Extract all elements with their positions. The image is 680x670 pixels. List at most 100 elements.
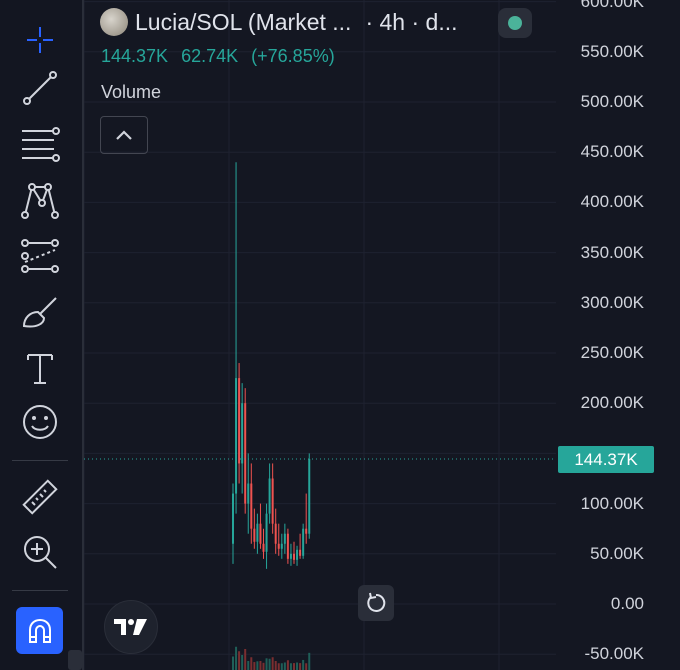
fib-retracement-icon[interactable] [14, 122, 66, 166]
reset-icon [367, 592, 386, 612]
market-status-indicator[interactable] [498, 8, 532, 38]
volume-bar [262, 662, 265, 670]
candle-body [299, 549, 302, 556]
interval-label: · 4h · d... [365, 8, 458, 35]
candle [289, 543, 292, 566]
volume-bar [241, 655, 244, 670]
candle-body [296, 549, 299, 560]
candle-body [256, 523, 259, 542]
volume-bar [232, 656, 234, 670]
candle-body [232, 493, 234, 544]
candle-body [286, 533, 289, 559]
price-tick-label: 400.00K [580, 192, 644, 212]
price-change-value: 62.74K [181, 46, 239, 66]
volume-bar [293, 663, 295, 670]
symbol-title: Lucia/SOL (Market ... [135, 8, 352, 35]
chevron-up-icon [116, 130, 132, 140]
brush-icon[interactable] [14, 290, 66, 334]
volume-bar [253, 662, 256, 670]
candle [299, 533, 302, 559]
tradingview-logo[interactable] [104, 600, 158, 654]
candle [241, 383, 244, 494]
volume-bar [289, 663, 292, 670]
candle-body [259, 523, 262, 544]
candle-body [293, 553, 295, 560]
price-tick-label: 500.00K [580, 92, 644, 111]
volume-bar [274, 661, 277, 670]
candle [283, 523, 286, 554]
candle [271, 463, 274, 534]
candle-body [308, 459, 311, 534]
token-avatar [100, 8, 128, 36]
candle-body [238, 378, 241, 464]
toolbar-divider [12, 460, 68, 461]
drawing-toolbar [0, 0, 84, 670]
price-tick-label: 300.00K [580, 292, 644, 312]
candle-body [241, 403, 244, 464]
current-price-value: 144.37K [101, 46, 169, 66]
candle [262, 528, 265, 559]
text-icon[interactable] [14, 346, 66, 390]
volume-label: Volume [101, 82, 162, 102]
toolbar-scroll-handle[interactable] [68, 650, 82, 670]
candle-body [274, 523, 277, 544]
price-tick-label: 350.00K [580, 242, 644, 262]
pattern-icon[interactable] [14, 178, 66, 222]
candle [235, 162, 238, 514]
price-tick-label: 100.00K [580, 493, 644, 513]
volume-bar [280, 663, 283, 670]
zoom-in-icon[interactable] [14, 530, 66, 574]
candle-body [262, 543, 265, 552]
tradingview-logo-icon [114, 619, 147, 635]
candle [274, 508, 277, 554]
candle-body [302, 528, 305, 556]
candle-body [253, 528, 256, 542]
candle-body [244, 403, 247, 504]
volume-bar [244, 649, 247, 670]
status-dot-icon [508, 16, 522, 30]
volume-bar [250, 657, 253, 670]
crosshair-icon[interactable] [14, 18, 66, 62]
candle-body [271, 478, 274, 524]
candle [296, 545, 299, 566]
candle [280, 533, 283, 559]
price-scale[interactable]: 600.00K 550.00K 500.00K 450.00K 400.00K 350.0… [556, 0, 680, 670]
candle-body [305, 528, 308, 534]
candle-body [265, 513, 268, 552]
candle-body [268, 478, 271, 514]
price-tick-label: 250.00K [580, 343, 644, 362]
candle [247, 453, 250, 534]
volume-bar [235, 646, 238, 670]
candle [286, 528, 289, 564]
candle [305, 493, 308, 544]
candle [308, 453, 311, 539]
ruler-icon[interactable] [14, 476, 66, 520]
candle [253, 508, 256, 549]
price-tick-label: 50.00K [590, 543, 644, 563]
price-tick-label: 200.00K [580, 393, 644, 413]
candle [256, 513, 259, 554]
volume-bar [259, 661, 262, 670]
reset-chart-button[interactable] [358, 585, 394, 621]
emoji-icon[interactable] [14, 400, 66, 444]
candle-body [247, 483, 250, 504]
trend-line-icon[interactable] [14, 66, 66, 110]
prediction-icon[interactable] [14, 234, 66, 278]
volume-bar [283, 662, 286, 670]
candle [277, 523, 280, 556]
price-tick-label: -50.00K [584, 644, 644, 664]
price-tick-label: 450.00K [580, 142, 644, 162]
price-tick-label: 550.00K [580, 41, 644, 61]
volume-bar [308, 652, 311, 670]
symbol-legend[interactable]: Lucia/SOL (Market ... · 4h · d... [100, 8, 458, 36]
candle-body [250, 483, 253, 529]
candle [265, 503, 268, 569]
candle-body [280, 543, 283, 549]
volume-bar [271, 657, 274, 670]
candle [293, 541, 295, 564]
volume-bar [286, 660, 289, 670]
price-tick-label: 600.00K [580, 0, 644, 11]
collapse-legend-button[interactable] [100, 116, 148, 154]
magnet-icon[interactable] [16, 607, 63, 654]
candle [268, 463, 271, 524]
